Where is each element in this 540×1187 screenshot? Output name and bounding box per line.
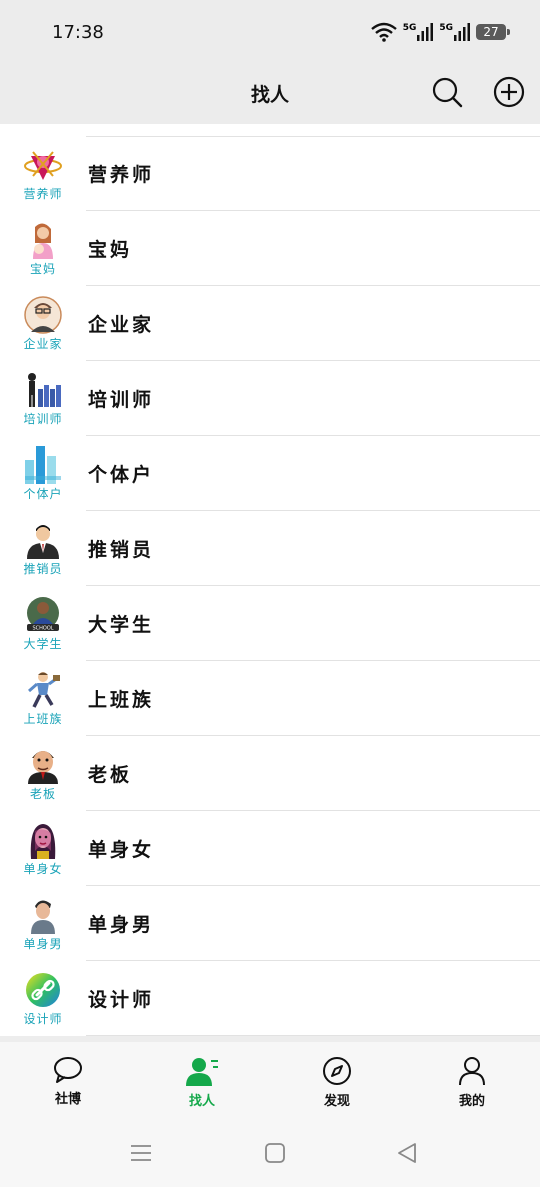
home-icon[interactable] bbox=[264, 1142, 286, 1164]
salesman-icon bbox=[27, 525, 59, 559]
battery-icon: 27 bbox=[476, 24, 510, 40]
avatar-label: 个体户 bbox=[23, 487, 63, 501]
person-icon bbox=[459, 1057, 485, 1086]
search-icon[interactable] bbox=[430, 75, 464, 109]
tab-profile[interactable]: 我的 bbox=[422, 1056, 522, 1109]
avatar: 单身男 bbox=[18, 896, 68, 956]
tab-label: 我的 bbox=[458, 1094, 485, 1109]
college-student-icon: SCHOOL bbox=[27, 597, 59, 632]
list-item-label: 单身男 bbox=[88, 914, 155, 936]
avatar: 营养师 bbox=[18, 146, 68, 206]
avatar: 宝妈 bbox=[18, 221, 68, 281]
avatar-label: 企业家 bbox=[23, 337, 63, 351]
office-worker-icon bbox=[28, 672, 60, 708]
avatar: 老板 bbox=[18, 746, 68, 806]
add-icon[interactable] bbox=[492, 75, 526, 109]
back-icon[interactable] bbox=[396, 1142, 418, 1164]
avatar: 设计师 bbox=[18, 971, 68, 1031]
compass-icon bbox=[323, 1057, 351, 1085]
boss-icon bbox=[28, 751, 58, 784]
list-item-label: 宝妈 bbox=[88, 239, 133, 261]
list-item-label: 设计师 bbox=[88, 989, 155, 1011]
menu-icon[interactable] bbox=[130, 1142, 152, 1164]
avatar: 单身女 bbox=[18, 821, 68, 881]
list-item-label: 单身女 bbox=[88, 839, 155, 861]
list-item-label: 老板 bbox=[88, 764, 133, 786]
signal-bars-icon bbox=[454, 23, 470, 41]
list-item-label: 推销员 bbox=[88, 539, 155, 561]
list-item-nutritionist[interactable]: 营养师 营养师 bbox=[0, 136, 540, 211]
list-item-label: 培训师 bbox=[88, 389, 155, 411]
system-nav-bar bbox=[0, 1122, 540, 1187]
avatar-label: 上班族 bbox=[23, 712, 63, 726]
tab-label: 发现 bbox=[323, 1094, 350, 1109]
list-item-label: 营养师 bbox=[88, 164, 155, 186]
list-item-single-woman[interactable]: 单身女 单身女 bbox=[0, 811, 540, 886]
chat-bubble-icon bbox=[54, 1057, 82, 1083]
network-type-1: 5G bbox=[402, 23, 417, 33]
tab-find-people[interactable]: 找人 bbox=[152, 1056, 252, 1109]
avatar: 企业家 bbox=[18, 296, 68, 356]
mother-baby-icon bbox=[33, 223, 53, 259]
list-item-self-employed[interactable]: 个体户 个体户 bbox=[0, 436, 540, 511]
svg-text:SCHOOL: SCHOOL bbox=[32, 626, 53, 632]
people-category-list: 营养师 营养师 宝妈 宝妈 企业家 企业家 培训师 培训师 个体户 个体户 推销… bbox=[0, 124, 540, 1036]
tab-social[interactable]: 社博 bbox=[18, 1056, 118, 1107]
list-item-trainer[interactable]: 培训师 培训师 bbox=[0, 361, 540, 436]
avatar-label: 营养师 bbox=[23, 187, 63, 201]
avatar-label: 推销员 bbox=[23, 562, 63, 576]
bottom-tab-bar: 社博 找人 发现 我的 bbox=[0, 1036, 540, 1122]
avatar-label: 老板 bbox=[29, 787, 56, 801]
signal-bars-icon bbox=[417, 23, 434, 41]
wifi-icon bbox=[370, 22, 397, 42]
list-item-college-student[interactable]: SCHOOL 大学生 大学生 bbox=[0, 586, 540, 661]
avatar-label: 宝妈 bbox=[29, 262, 56, 276]
avatar: 上班族 bbox=[18, 671, 68, 731]
list-item-designer[interactable]: 设计师 设计师 bbox=[0, 961, 540, 1036]
single-man-icon bbox=[31, 900, 55, 934]
list-item-label: 上班族 bbox=[88, 689, 155, 711]
system-icons: 5G 5G 27 bbox=[370, 22, 510, 42]
avatar: 推销员 bbox=[18, 521, 68, 581]
list-item-label: 企业家 bbox=[88, 314, 155, 336]
tab-label: 找人 bbox=[188, 1094, 215, 1109]
avatar-label: 单身男 bbox=[23, 937, 63, 951]
find-people-icon bbox=[186, 1058, 218, 1086]
list-item-office-worker[interactable]: 上班族 上班族 bbox=[0, 661, 540, 736]
avatar: SCHOOL 大学生 bbox=[18, 596, 68, 656]
list-item-salesman[interactable]: 推销员 推销员 bbox=[0, 511, 540, 586]
status-bar: 17:38 5G 5G 27 bbox=[0, 0, 540, 62]
trainer-icon bbox=[28, 373, 61, 407]
avatar: 个体户 bbox=[18, 446, 68, 506]
avatar-label: 培训师 bbox=[23, 412, 63, 426]
entrepreneur-icon bbox=[24, 296, 62, 334]
list-item-single-man[interactable]: 单身男 单身男 bbox=[0, 886, 540, 961]
list-item-mother[interactable]: 宝妈 宝妈 bbox=[0, 211, 540, 286]
signal-1: 5G bbox=[403, 23, 434, 41]
single-woman-icon bbox=[30, 824, 56, 859]
avatar-label: 单身女 bbox=[23, 862, 63, 876]
avatar-label: 设计师 bbox=[23, 1012, 63, 1026]
signal-2: 5G bbox=[439, 23, 470, 41]
avatar: 培训师 bbox=[18, 371, 68, 431]
tab-label: 社博 bbox=[54, 1092, 81, 1107]
status-time: 17:38 bbox=[52, 22, 104, 43]
tab-discover[interactable]: 发现 bbox=[287, 1056, 387, 1109]
self-employed-icon bbox=[25, 446, 61, 484]
list-item-boss[interactable]: 老板 老板 bbox=[0, 736, 540, 811]
avatar-label: 大学生 bbox=[23, 637, 63, 651]
list-item-label: 大学生 bbox=[88, 614, 155, 636]
designer-icon bbox=[26, 973, 60, 1007]
list-item-entrepreneur[interactable]: 企业家 企业家 bbox=[0, 286, 540, 361]
app-header: 找人 bbox=[0, 62, 540, 124]
nutritionist-icon bbox=[24, 151, 62, 180]
network-type-2: 5G bbox=[439, 23, 453, 33]
list-item-label: 个体户 bbox=[88, 464, 155, 486]
